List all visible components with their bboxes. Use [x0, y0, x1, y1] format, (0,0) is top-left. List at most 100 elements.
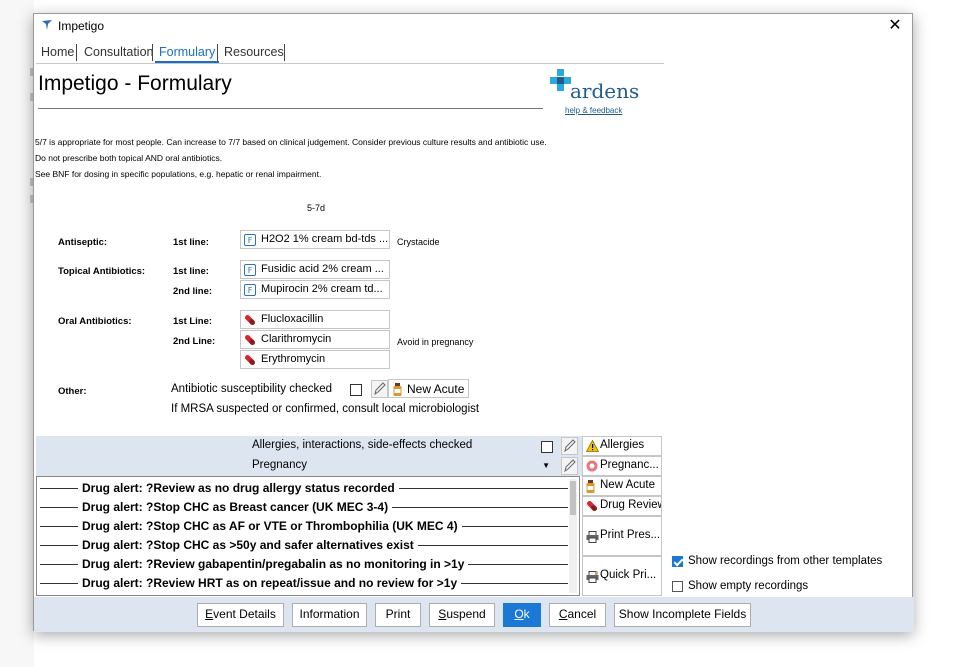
- tab-consultation[interactable]: Consultation: [80, 43, 158, 61]
- drug-alert-row[interactable]: Drug alert: ?Review HRT as on repeat/iss…: [40, 574, 568, 593]
- svg-text:F: F: [248, 266, 253, 275]
- medicine-bottle-icon: [393, 383, 402, 396]
- guidance-note: See BNF for dosing in specific populatio…: [35, 169, 322, 179]
- guidance-note: Do not prescribe both topical AND oral a…: [35, 153, 223, 163]
- alerts-scrollbar[interactable]: [569, 479, 577, 593]
- pencil-icon: [564, 459, 576, 473]
- window-title: Impetigo: [58, 19, 105, 33]
- tab-formulary[interactable]: Formulary: [155, 43, 220, 63]
- show-empty-recordings-label: Show empty recordings: [688, 580, 809, 592]
- quick-print-label: Quick Pri...: [600, 569, 657, 581]
- drug-alert-row[interactable]: Drug alert: ?Review as no drug allergy s…: [40, 479, 568, 498]
- drug-name: Mupirocin 2% cream td...: [261, 283, 383, 295]
- erythromycin-button[interactable]: Erythromycin: [240, 350, 390, 369]
- drug-name: Flucloxacillin: [261, 313, 324, 325]
- clarithromycin-button[interactable]: Clarithromycin: [240, 330, 390, 349]
- fusidic-acid-cream-button[interactable]: F Fusidic acid 2% cream ...: [240, 260, 390, 279]
- pregnancy-button[interactable]: Pregnanc...: [582, 456, 662, 476]
- warning-icon: [586, 440, 599, 452]
- allergies-checked-label: Allergies, interactions, side-effects ch…: [252, 439, 473, 451]
- topical-first-line-label: 1st line:: [173, 266, 209, 277]
- quick-print-button[interactable]: Quick Pri...: [582, 556, 662, 596]
- pregnancy-warning-note: Avoid in pregnancy: [397, 337, 474, 347]
- susceptibility-check-label: Antibiotic susceptibility checked: [171, 383, 333, 395]
- guidance-note: 5/7 is appropriate for most people. Can …: [35, 137, 547, 147]
- drug-alert-text: Drug alert: ?Review gabapentin/pregabali…: [78, 557, 469, 571]
- pencil-icon: [374, 382, 386, 396]
- show-other-templates-option[interactable]: Show recordings from other templates: [672, 555, 882, 567]
- drug-alert-row[interactable]: Drug alert: ?Stop CHC as >50y and safer …: [40, 536, 568, 555]
- show-empty-recordings-checkbox[interactable]: [672, 581, 683, 592]
- print-prescription-label: Print Pres...: [600, 529, 661, 541]
- event-details-button[interactable]: Event Details: [197, 603, 284, 627]
- accelerator-key: O: [514, 607, 524, 621]
- button-label: ancel: [567, 607, 597, 621]
- susceptibility-checkbox[interactable]: [350, 384, 362, 396]
- mupirocin-cream-button[interactable]: F Mupirocin 2% cream td...: [240, 280, 390, 299]
- tab-home[interactable]: Home: [37, 43, 78, 61]
- safety-checks-bar: Allergies, interactions, side-effects ch…: [36, 436, 582, 476]
- other-label: Other:: [58, 386, 87, 397]
- pencil-icon: [564, 439, 576, 453]
- ardens-logo: ardens help & feedback: [549, 69, 639, 119]
- drug-alert-row[interactable]: Drug alert: ?Stop CHC as AF or VTE or Th…: [40, 517, 568, 536]
- antiseptic-brand-note: Crystacide: [397, 237, 440, 247]
- drug-alert-text: Drug alert: ?Review HRT as on repeat/iss…: [78, 576, 462, 590]
- oral-antibiotics-label: Oral Antibiotics:: [58, 316, 132, 327]
- suspend-button[interactable]: Suspend: [429, 603, 495, 627]
- drug-review-button[interactable]: Drug Review: [582, 496, 662, 516]
- tab-separator: [217, 44, 218, 61]
- new-acute-button[interactable]: New Acute: [388, 379, 470, 398]
- show-empty-recordings-option[interactable]: Show empty recordings: [672, 580, 808, 592]
- oral-second-line-label: 2nd Line:: [173, 336, 216, 347]
- scrollbar-thumb[interactable]: [570, 481, 576, 515]
- drug-alert-text: Drug alert: ?Stop CHC as Breast cancer (…: [78, 500, 393, 514]
- svg-text:F: F: [248, 236, 253, 245]
- drug-alerts-list: Drug alert: ?Review as no drug allergy s…: [36, 476, 580, 596]
- help-feedback-link[interactable]: help & feedback: [565, 106, 622, 115]
- drug-name: Fusidic acid 2% cream ...: [261, 263, 384, 275]
- button-label: k: [523, 607, 530, 621]
- antiseptic-label: Antiseptic:: [58, 237, 108, 248]
- print-button[interactable]: Print: [375, 603, 421, 627]
- pregnancy-icon: [586, 460, 598, 472]
- allergies-edit-button[interactable]: [561, 437, 578, 455]
- chevron-down-icon: ▼: [542, 461, 550, 470]
- h2o2-cream-button[interactable]: F H2O2 1% cream bd-tds ...: [240, 230, 390, 249]
- formulary-item-icon: F: [244, 234, 256, 246]
- svg-text:F: F: [248, 286, 253, 295]
- printer-icon: [586, 531, 599, 543]
- pregnancy-edit-button[interactable]: [561, 457, 578, 475]
- button-label: vent Details: [213, 607, 276, 621]
- tab-resources[interactable]: Resources: [220, 43, 288, 61]
- title-bar: Impetigo ✕: [34, 14, 912, 38]
- pregnancy-select[interactable]: ▼: [363, 457, 556, 475]
- susceptibility-edit-button[interactable]: [371, 380, 388, 398]
- accelerator-key: E: [205, 607, 214, 621]
- information-button[interactable]: Information: [292, 603, 367, 627]
- flucloxacillin-button[interactable]: Flucloxacillin: [240, 310, 390, 329]
- formulary-panel: Impetigo - Formulary ardens help & feedb…: [35, 64, 664, 436]
- oral-first-line-label: 1st Line:: [173, 316, 213, 327]
- formulary-item-icon: F: [244, 284, 256, 296]
- formulary-item-icon: F: [244, 264, 256, 276]
- show-incomplete-fields-button[interactable]: Show Incomplete Fields: [614, 603, 751, 627]
- ok-button[interactable]: Ok: [503, 603, 541, 627]
- drug-name: Clarithromycin: [261, 333, 332, 345]
- cancel-button[interactable]: Cancel: [549, 603, 606, 627]
- tab-separator: [284, 44, 285, 61]
- show-other-templates-checkbox[interactable]: [672, 556, 683, 567]
- background-window-edge: [0, 0, 34, 667]
- topical-antibiotics-label: Topical Antibiotics:: [58, 266, 146, 277]
- side-new-acute-button[interactable]: New Acute: [582, 476, 662, 496]
- allergies-button[interactable]: Allergies: [582, 436, 662, 456]
- close-icon[interactable]: ✕: [884, 16, 906, 36]
- print-prescription-button[interactable]: Print Pres...: [582, 516, 662, 556]
- drug-alert-row[interactable]: Drug alert: ?Review gabapentin/pregabali…: [40, 555, 568, 574]
- button-label: uspend: [446, 607, 486, 621]
- quick-print-icon: [586, 571, 599, 583]
- drug-alert-text: Drug alert: ?Review as no drug allergy s…: [78, 481, 399, 495]
- drug-alert-row[interactable]: Drug alert: ?Stop CHC as Breast cancer (…: [40, 498, 568, 517]
- show-other-templates-label: Show recordings from other templates: [688, 555, 883, 567]
- allergies-checked-checkbox[interactable]: [541, 441, 553, 453]
